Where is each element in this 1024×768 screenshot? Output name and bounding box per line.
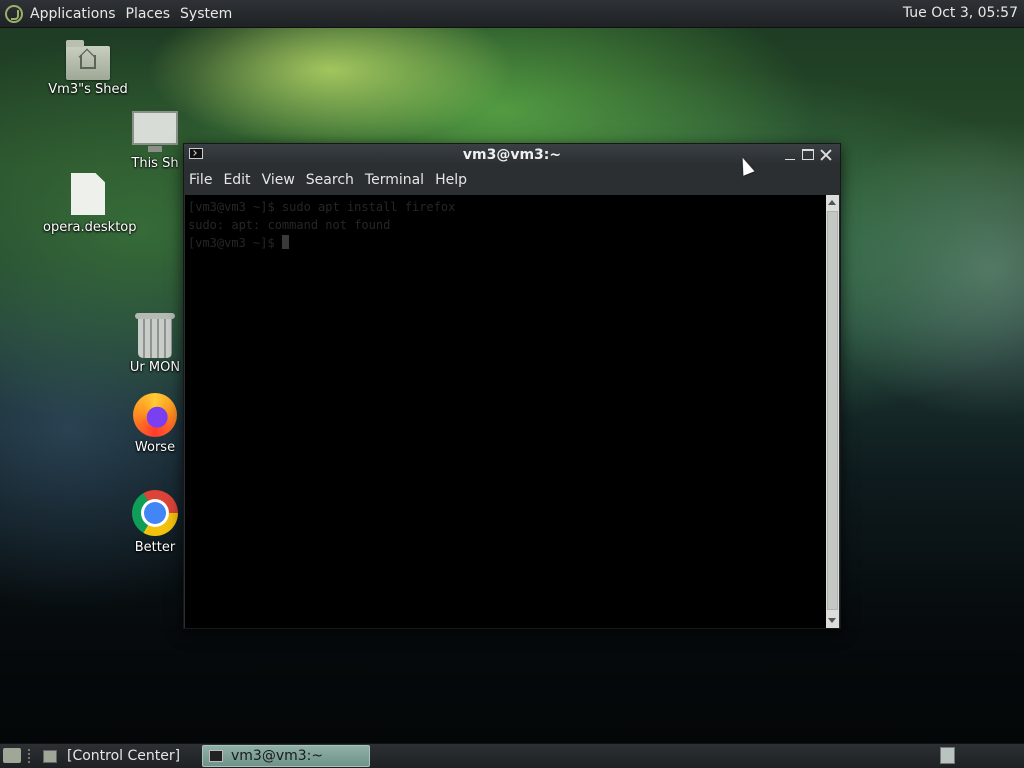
- terminal-output[interactable]: [vm3@vm3 ~]$ sudo apt install firefox su…: [185, 195, 826, 628]
- trash-icon: [135, 313, 175, 358]
- menu-terminal[interactable]: Terminal: [365, 172, 424, 188]
- taskbar-item-terminal[interactable]: vm3@vm3:~: [202, 745, 370, 767]
- menu-applications[interactable]: Applications: [30, 6, 116, 22]
- taskbar-item-control-center[interactable]: [Control Center]: [37, 745, 197, 767]
- close-button[interactable]: [818, 147, 834, 163]
- minimize-button[interactable]: [782, 147, 798, 163]
- terminal-line: [vm3@vm3 ~]$ sudo apt install firefox: [188, 200, 456, 214]
- computer-icon: [132, 111, 178, 152]
- bottom-panel: [Control Center] vm3@vm3:~: [0, 743, 1024, 768]
- scrollbar-thumb[interactable]: [827, 211, 838, 610]
- chrome-icon: [132, 490, 178, 536]
- desktop-icon-label: opera.desktop: [43, 220, 137, 235]
- desktop-icon-label: Vm3"s Shed: [48, 82, 128, 97]
- desktop-icon-trash[interactable]: Ur MON: [120, 313, 190, 375]
- vertical-scrollbar[interactable]: [826, 195, 839, 628]
- menu-places[interactable]: Places: [126, 6, 171, 22]
- scroll-up-arrow-icon[interactable]: [828, 200, 836, 205]
- terminal-line: sudo: apt: command not found: [188, 218, 391, 232]
- panel-handle[interactable]: [28, 749, 34, 763]
- text-cursor: [281, 235, 289, 249]
- mate-logo-icon[interactable]: [5, 4, 23, 23]
- desktop-icon-label: This Sh: [131, 156, 179, 171]
- maximize-button[interactable]: [800, 147, 816, 163]
- desktop-icon-label: Better: [134, 540, 176, 555]
- desktop-icon-home[interactable]: Vm3"s Shed: [43, 40, 133, 97]
- top-panel: Applications Places System Tue Oct 3, 05…: [0, 0, 1024, 28]
- desktop-icon-opera[interactable]: opera.desktop: [43, 173, 137, 235]
- home-folder-icon: [66, 40, 110, 80]
- menu-system[interactable]: System: [180, 6, 232, 22]
- menu-help[interactable]: Help: [435, 172, 467, 188]
- desktop-icon-chrome[interactable]: Better: [120, 490, 190, 555]
- terminal-prompt: [vm3@vm3 ~]$: [188, 236, 282, 250]
- terminal-icon: [209, 750, 223, 762]
- terminal-prompt-line: [vm3@vm3 ~]$: [188, 234, 823, 252]
- taskbar-item-label: [Control Center]: [67, 748, 181, 764]
- control-center-icon: [43, 749, 57, 763]
- document-icon: [71, 173, 105, 215]
- scroll-down-arrow-icon[interactable]: [828, 618, 836, 623]
- menu-file[interactable]: File: [189, 172, 212, 188]
- show-desktop-icon[interactable]: [3, 748, 21, 763]
- desktop-icon-firefox[interactable]: Worse: [120, 393, 190, 455]
- clock[interactable]: Tue Oct 3, 05:57: [903, 5, 1018, 21]
- workspace-switcher[interactable]: [940, 747, 955, 764]
- taskbar-item-label: vm3@vm3:~: [231, 748, 324, 764]
- desktop-icon-computer[interactable]: This Sh: [120, 111, 190, 171]
- menu-edit[interactable]: Edit: [223, 172, 250, 188]
- desktop-icon-label: Ur MON: [129, 360, 181, 375]
- firefox-icon: [133, 393, 177, 437]
- menu-search[interactable]: Search: [306, 172, 354, 188]
- desktop-icon-label: Worse: [134, 440, 176, 455]
- menu-view[interactable]: View: [262, 172, 295, 188]
- terminal-window[interactable]: vm3@vm3:~ File Edit View Search Terminal…: [183, 143, 841, 629]
